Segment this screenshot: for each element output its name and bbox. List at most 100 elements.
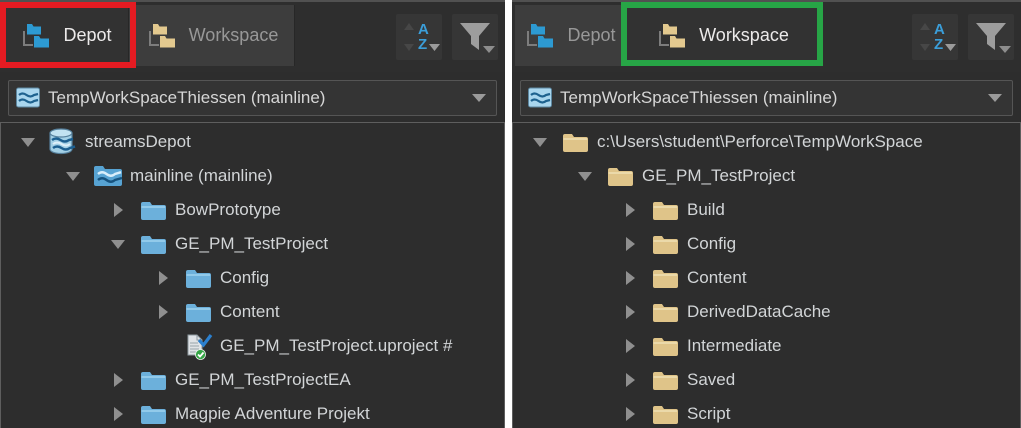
tab-label: Workspace [188,25,279,45]
tree-row[interactable]: DerivedDataCache [513,295,1020,329]
expander-expanded-icon[interactable] [525,138,555,147]
expander-expanded-icon[interactable] [13,138,43,147]
tree-item-label: Intermediate [687,336,782,355]
tree-row[interactable]: GE_PM_TestProject [1,227,504,261]
tab-depot[interactable]: Depot [3,5,129,66]
tree-row[interactable]: Content [1,295,504,329]
folder-tan-icon [645,335,685,357]
active-tab-underline [629,62,815,66]
sort-button[interactable]: AZ [396,14,442,60]
expander-collapsed-icon[interactable] [615,203,645,217]
tree-item-label: GE_PM_TestProject [175,234,329,253]
expander-collapsed-icon[interactable] [148,271,178,285]
folder-blue-icon [178,301,218,323]
folder-tan-icon [645,199,685,221]
folder-blue-icon [133,199,173,221]
tree-item-label: Config [687,234,737,253]
tree-row[interactable]: streamsDepot [1,125,504,159]
expander-collapsed-icon[interactable] [103,407,133,421]
tree-row[interactable]: Intermediate [513,329,1020,363]
tree-row[interactable]: Script [513,397,1020,428]
tree-item-label: GE_PM_TestProject [642,166,796,185]
tree-item-label: GE_PM_TestProject.uproject # [220,336,453,355]
tab-label: Depot [63,25,112,45]
tree-row[interactable]: Saved [513,363,1020,397]
workspace-tree-icon [655,21,687,51]
sort-az-icon: AZ [396,14,442,60]
folder-tan-icon [645,233,685,255]
expander-collapsed-icon[interactable] [615,237,645,251]
tree-row[interactable]: mainline (mainline) [1,159,504,193]
svg-text:Z: Z [934,36,943,53]
active-tab-underline [7,62,124,66]
expander-collapsed-icon[interactable] [615,305,645,319]
expander-collapsed-icon[interactable] [103,203,133,217]
filter-button[interactable] [452,14,498,60]
tab-label: Workspace [699,25,789,45]
tree-item-label: Script [687,404,731,423]
tree-row[interactable]: Config [513,227,1020,261]
tree-row[interactable]: Config [1,261,504,295]
tree-row[interactable]: GE_PM_TestProject.uproject # [1,329,504,363]
expander-collapsed-icon[interactable] [615,373,645,387]
tree-item-label: Magpie Adventure Projekt [175,404,370,423]
folder-tan-icon [645,369,685,391]
depot-tree-icon [523,21,555,51]
filter-icon [452,14,498,60]
tree-row[interactable]: BowPrototype [1,193,504,227]
chevron-down-icon [472,94,486,102]
folder-blue-icon [133,369,173,391]
expander-collapsed-icon[interactable] [615,407,645,421]
stream-icon [15,86,41,110]
tree-row[interactable]: c:\Users\student\Perforce\TempWorkSpace [513,125,1020,159]
svg-text:Z: Z [418,36,427,53]
tab-depot[interactable]: Depot [515,5,625,66]
tab-bar: Depot Workspace AZ [0,2,505,72]
tree-item-label: c:\Users\student\Perforce\TempWorkSpace [597,132,923,151]
expander-expanded-icon[interactable] [58,172,88,181]
chevron-down-icon [988,94,1002,102]
depot-file-tree: streamsDepot mainline (mainline) BowProtot… [0,122,505,428]
tab-workspace[interactable]: Workspace [625,5,820,66]
workspace-panel: Depot Workspace AZ TempWorkSpaceThiessen… [512,0,1021,428]
tree-item-label: Saved [687,370,736,389]
tree-item-label: DerivedDataCache [687,302,831,321]
stream-selector-value: TempWorkSpaceThiessen (mainline) [48,88,326,107]
stream-selector[interactable]: TempWorkSpaceThiessen (mainline) [8,80,497,116]
tree-row[interactable]: GE_PM_TestProjectEA [1,363,504,397]
filter-button[interactable] [968,14,1014,60]
workspace-tree-icon [145,21,177,51]
folder-tan-icon [555,131,595,153]
stream-folder-icon [88,164,128,188]
filter-icon [968,14,1014,60]
expander-expanded-icon[interactable] [570,172,600,181]
stream-selector[interactable]: TempWorkSpaceThiessen (mainline) [520,80,1013,116]
expander-collapsed-icon[interactable] [615,339,645,353]
folder-tan-icon [645,267,685,289]
sort-az-icon: AZ [912,14,958,60]
expander-collapsed-icon[interactable] [103,373,133,387]
tree-item-label: Config [220,268,270,287]
expander-expanded-icon[interactable] [103,240,133,249]
depot-icon [43,127,83,157]
folder-tan-icon [645,403,685,425]
tab-label: Depot [567,25,616,45]
tree-toolbar: AZ [396,14,505,60]
tree-row[interactable]: Magpie Adventure Projekt [1,397,504,428]
sort-button[interactable]: AZ [912,14,958,60]
tree-item-label: Content [687,268,747,287]
folder-blue-icon [178,267,218,289]
tree-item-label: GE_PM_TestProjectEA [175,370,351,389]
folder-tan-icon [645,301,685,323]
stream-selector-value: TempWorkSpaceThiessen (mainline) [560,88,838,107]
tree-item-label: BowPrototype [175,200,281,219]
depot-tree-icon [19,21,51,51]
tab-workspace[interactable]: Workspace [129,5,295,66]
tree-row[interactable]: Build [513,193,1020,227]
tab-bar: Depot Workspace AZ [512,2,1021,72]
expander-collapsed-icon[interactable] [615,271,645,285]
tree-row[interactable]: GE_PM_TestProject [513,159,1020,193]
tree-toolbar: AZ [912,14,1021,60]
tree-row[interactable]: Content [513,261,1020,295]
expander-collapsed-icon[interactable] [148,305,178,319]
